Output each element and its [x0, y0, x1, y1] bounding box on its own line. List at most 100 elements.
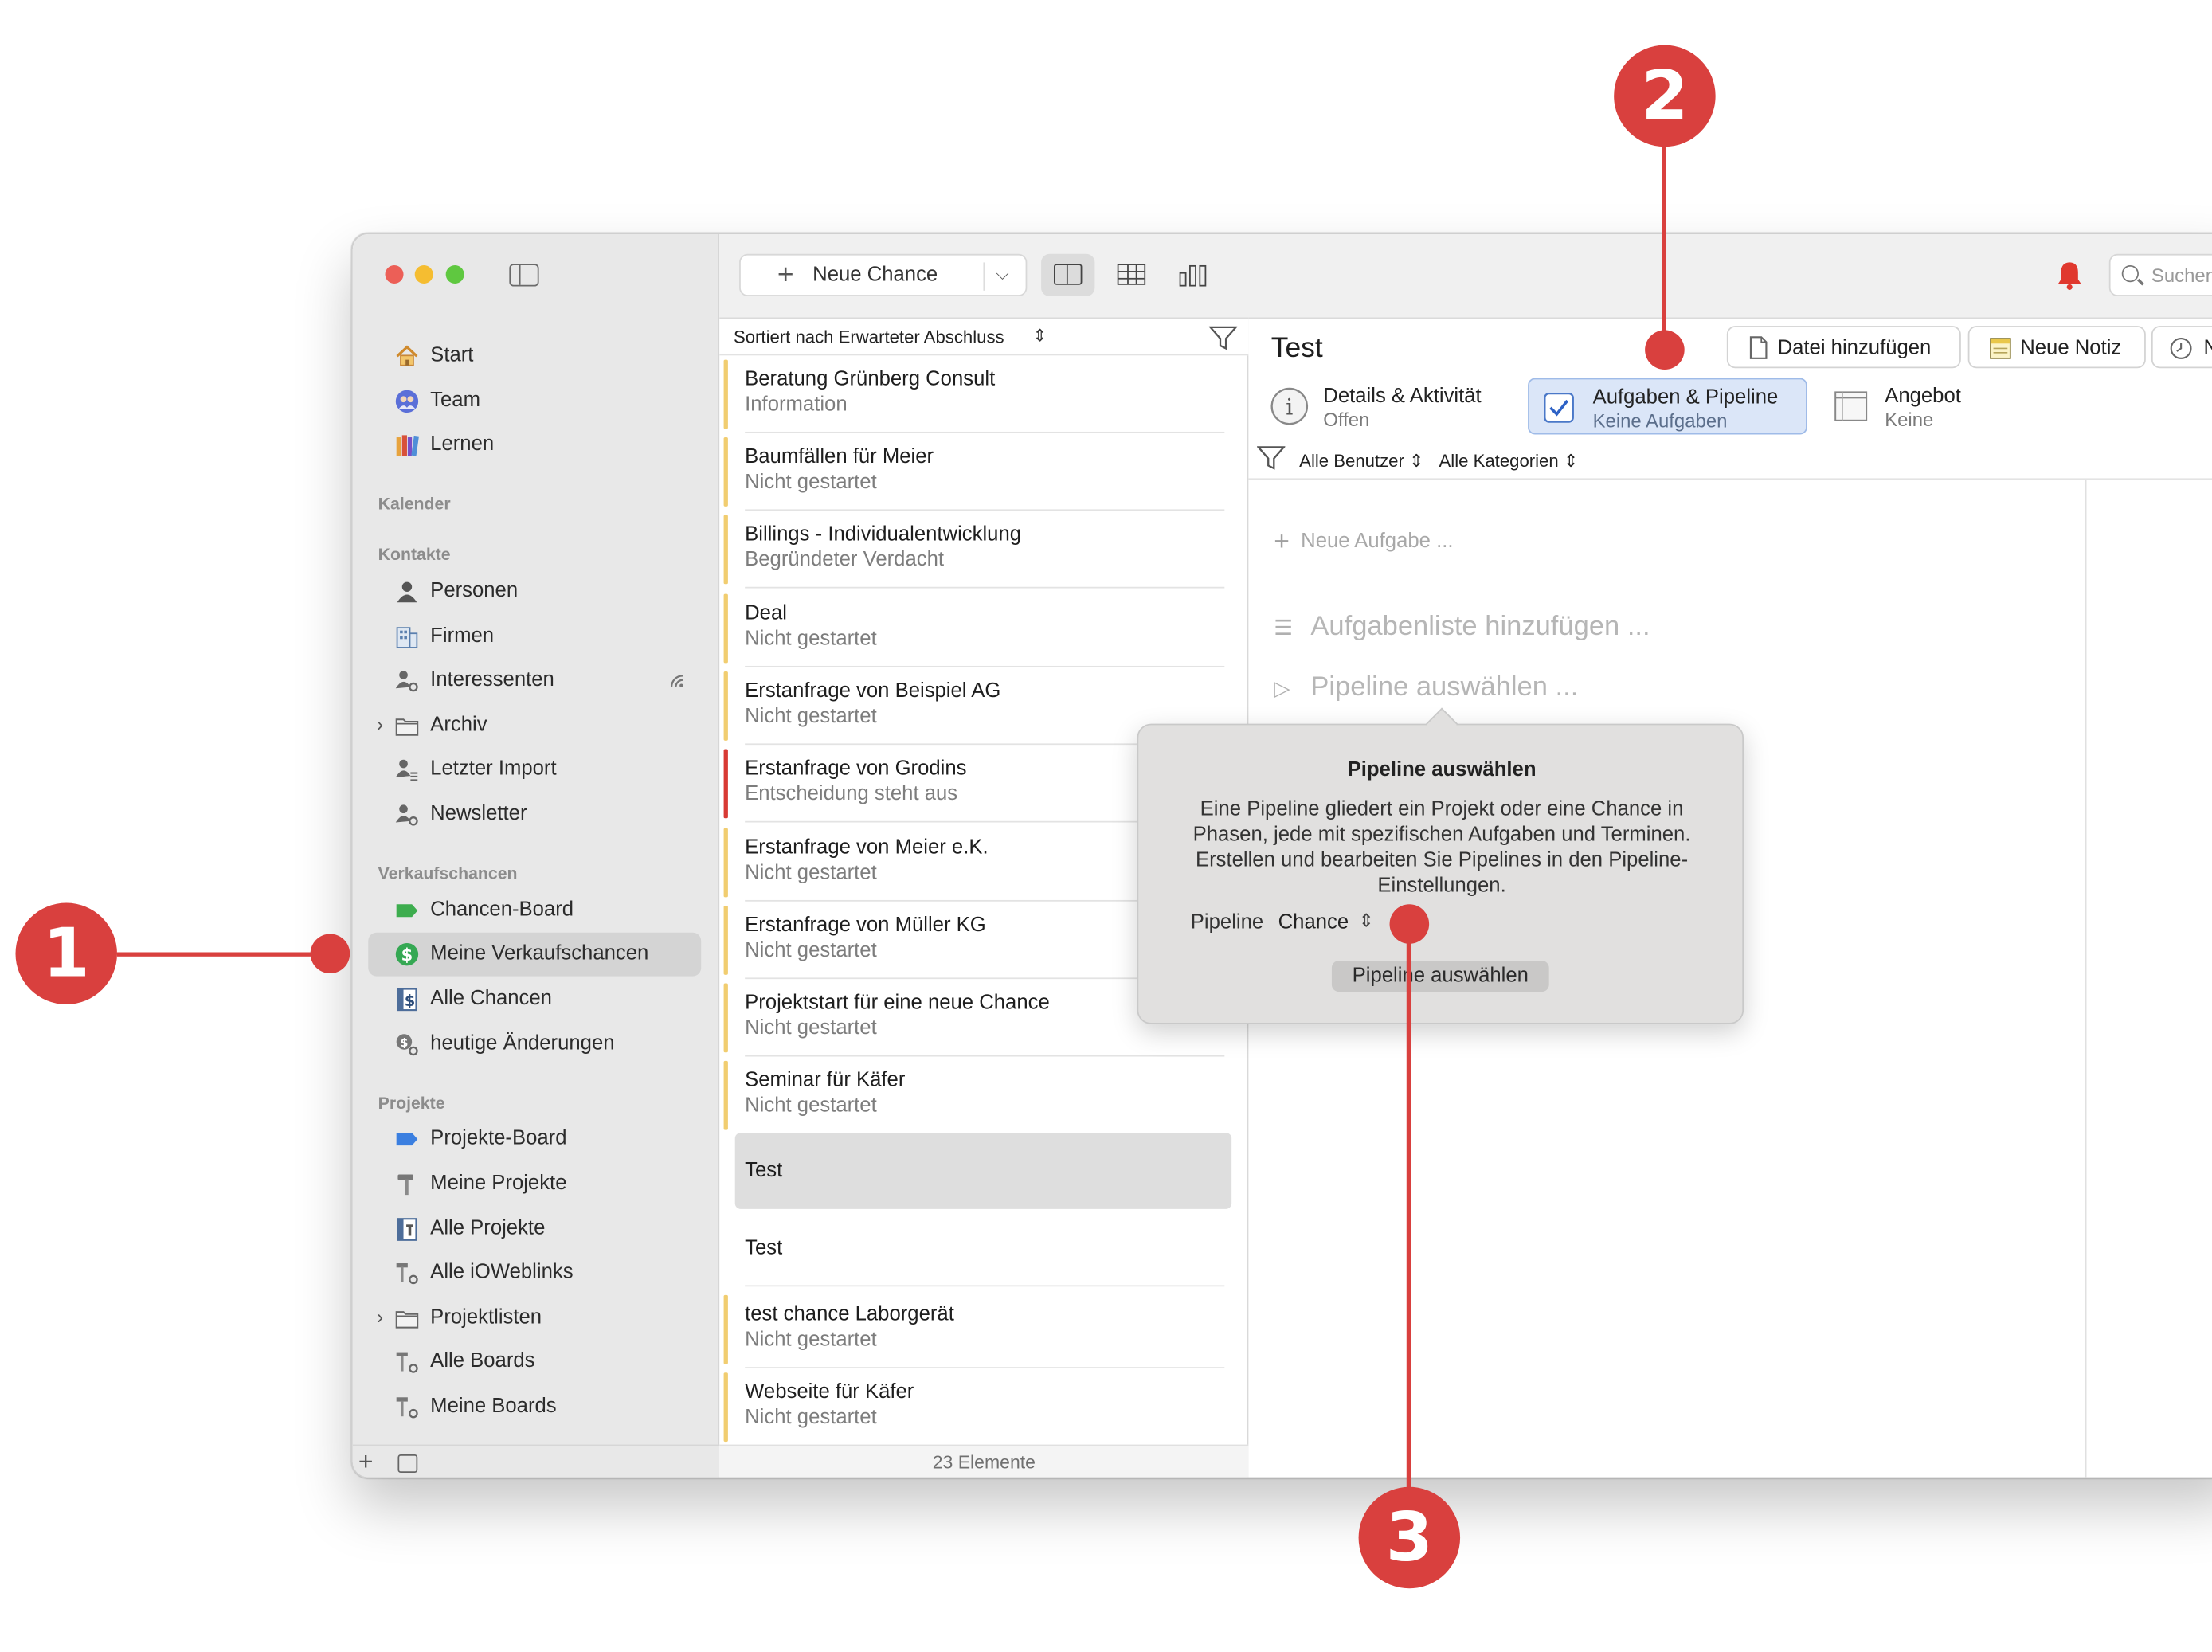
sidebar-toggle-icon[interactable]: [509, 264, 539, 287]
sidebar-item-archiv[interactable]: › Archiv: [368, 704, 701, 748]
category-filter-select[interactable]: Alle Kategorien ⇕: [1439, 450, 1579, 472]
dollar-document-icon: $: [397, 988, 417, 1012]
list-toolbar: + Neue Chance ⌵: [719, 234, 1249, 319]
chevron-right-icon[interactable]: ›: [377, 712, 383, 734]
sidebar-item-label: Newsletter: [430, 802, 527, 826]
svg-text:$: $: [405, 992, 416, 1010]
section-header-calendar[interactable]: Kalender: [378, 494, 451, 514]
callout-line-2: [1662, 141, 1666, 350]
sidebar-item-meine-projekte[interactable]: Meine Projekte: [368, 1162, 701, 1206]
sidebar-item-label: Interessenten: [430, 668, 554, 691]
split-view-button[interactable]: [1041, 253, 1095, 296]
sidebar-item-firmen[interactable]: Firmen: [368, 615, 701, 659]
status-bar: [723, 749, 728, 819]
sidebar-item-team[interactable]: Team: [368, 379, 701, 423]
note-icon: [1990, 338, 2011, 359]
filter-icon[interactable]: [1257, 446, 1286, 470]
tab-angebot[interactable]: Angebot Keine: [1821, 378, 1987, 435]
tab-details-aktivitaet[interactable]: i Details & Aktivität Offen: [1260, 378, 1514, 435]
calendar-icon[interactable]: [397, 1454, 418, 1474]
sidebar-item-label: Meine Verkaufschancen: [430, 942, 649, 965]
new-opportunity-button[interactable]: + Neue Chance ⌵: [739, 253, 1028, 296]
sidebar-item-label: Alle Boards: [430, 1349, 535, 1373]
sidebar-item-meine-boards[interactable]: Meine Boards: [368, 1385, 701, 1429]
green-tag-icon: [396, 904, 418, 918]
divider: [745, 1285, 1225, 1287]
bell-icon[interactable]: [2055, 260, 2083, 291]
sidebar-item-alle-projekte[interactable]: Alle Projekte: [368, 1208, 701, 1251]
sidebar-item-newsletter[interactable]: Newsletter: [368, 793, 701, 836]
sidebar-item-interessenten[interactable]: Interessenten: [368, 659, 701, 703]
new-task-input[interactable]: + Neue Aufgabe ...: [1274, 525, 1453, 557]
section-header-projects[interactable]: Projekte: [378, 1094, 445, 1114]
list-icon: ☰: [1274, 616, 1294, 641]
search-input[interactable]: Suchen: [2108, 253, 2212, 296]
new-opportunity-label: Neue Chance: [812, 264, 938, 287]
sidebar-item-projektlisten[interactable]: › Projektlisten: [368, 1297, 701, 1341]
detail-toolbar: Suchen: [1248, 234, 2212, 319]
sidebar-item-heutige-aenderungen[interactable]: $ heutige Änderungen: [368, 1023, 701, 1067]
pipeline-select[interactable]: Chance: [1278, 911, 1349, 934]
section-header-opportunities[interactable]: Verkaufschancen: [378, 863, 518, 883]
item-status: Nicht gestartet: [745, 1094, 877, 1118]
sidebar-item-label: Projektlisten: [430, 1306, 542, 1329]
new-note-button[interactable]: Neue Notiz: [1967, 326, 2146, 369]
chevron-down-icon[interactable]: ⌵: [996, 264, 1008, 285]
list-item[interactable]: Beratung Grünberg Consult Information: [719, 355, 1248, 433]
more-action-button[interactable]: N: [2151, 326, 2212, 369]
list-item[interactable]: Webseite für Käfer Nicht gestartet: [719, 1368, 1248, 1446]
sidebar-item-meine-verkaufschancen[interactable]: $ Meine Verkaufschancen: [368, 932, 702, 977]
list-item-selected[interactable]: Test: [719, 1131, 1248, 1209]
item-status: Nicht gestartet: [745, 1329, 877, 1352]
offer-document-icon: [1834, 391, 1868, 421]
sidebar-item-projekte-board[interactable]: Projekte-Board: [368, 1118, 701, 1161]
list-item[interactable]: Test: [719, 1209, 1248, 1287]
status-bar: [723, 593, 728, 664]
minimize-window-button[interactable]: [414, 264, 433, 284]
sidebar-item-label: Projekte-Board: [430, 1127, 567, 1150]
list-item[interactable]: Seminar für Käfer Nicht gestartet: [719, 1057, 1248, 1134]
zoom-window-button[interactable]: [445, 264, 464, 284]
choose-pipeline-button[interactable]: Pipeline auswählen: [1331, 961, 1549, 992]
broadcast-icon: [670, 675, 683, 688]
sidebar-item-start[interactable]: Start: [368, 335, 701, 378]
choose-pipeline-link[interactable]: ▷ Pipeline auswählen ...: [1274, 671, 1578, 704]
filter-icon[interactable]: [1208, 326, 1238, 350]
bar-icon-part: [1199, 264, 1207, 287]
popover-description: Eine Pipeline gliedert ein Projekt oder …: [1192, 798, 1691, 898]
sort-label[interactable]: Sortiert nach Erwarteter Abschluss: [734, 327, 1004, 347]
up-down-arrow-icon[interactable]: ⇕: [1359, 910, 1374, 932]
sidebar-item-letzter-import[interactable]: Letzter Import: [368, 748, 701, 792]
sidebar-item-chancen-board[interactable]: Chancen-Board: [368, 889, 701, 933]
table-view-icon: [1117, 264, 1146, 285]
board-view-button[interactable]: [1167, 254, 1220, 296]
list-item[interactable]: test chance Laborgerät Nicht gestartet: [719, 1291, 1248, 1368]
section-header-contacts[interactable]: Kontakte: [378, 545, 451, 565]
sidebar-item-alle-ioweblinks[interactable]: Alle iOWeblinks: [368, 1251, 701, 1295]
list-item[interactable]: Deal Nicht gestartet: [719, 589, 1248, 667]
tab-aufgaben-pipeline[interactable]: Aufgaben & Pipeline Keine Aufgaben: [1528, 378, 1807, 435]
sort-bar[interactable]: Sortiert nach Erwarteter Abschluss ⇕: [719, 319, 1249, 356]
chevron-right-icon[interactable]: ›: [377, 1305, 383, 1327]
up-down-arrow-icon[interactable]: ⇕: [1032, 326, 1047, 346]
tab-label: Aufgaben & Pipeline: [1592, 386, 1779, 409]
list-item[interactable]: Billings - Individualentwicklung Begründe…: [719, 511, 1248, 589]
callout-badge-2: 2: [1614, 45, 1716, 147]
dollar-coin-icon: $: [395, 942, 419, 966]
sidebar-item-personen[interactable]: Personen: [368, 570, 701, 614]
callout-line-1: [117, 952, 332, 957]
close-window-button[interactable]: [385, 264, 404, 284]
user-filter-select[interactable]: Alle Benutzer ⇕: [1299, 450, 1423, 472]
status-bar: [723, 515, 728, 585]
list-item[interactable]: Baumfällen für Meier Nicht gestartet: [719, 433, 1248, 511]
add-tasklist-link[interactable]: ☰ Aufgabenliste hinzufügen ...: [1274, 611, 1650, 644]
sidebar-item-lernen[interactable]: Lernen: [368, 423, 701, 467]
sidebar-item-alle-chancen[interactable]: $ Alle Chancen: [368, 977, 701, 1021]
add-file-button[interactable]: Datei hinzufügen: [1726, 326, 1961, 369]
add-icon[interactable]: +: [358, 1447, 374, 1477]
home-icon: [396, 345, 418, 366]
record-title: Test: [1270, 332, 1323, 364]
sidebar-item-alle-boards[interactable]: Alle Boards: [368, 1341, 701, 1384]
item-title: Baumfällen für Meier: [745, 445, 934, 469]
table-view-button[interactable]: [1105, 254, 1158, 296]
